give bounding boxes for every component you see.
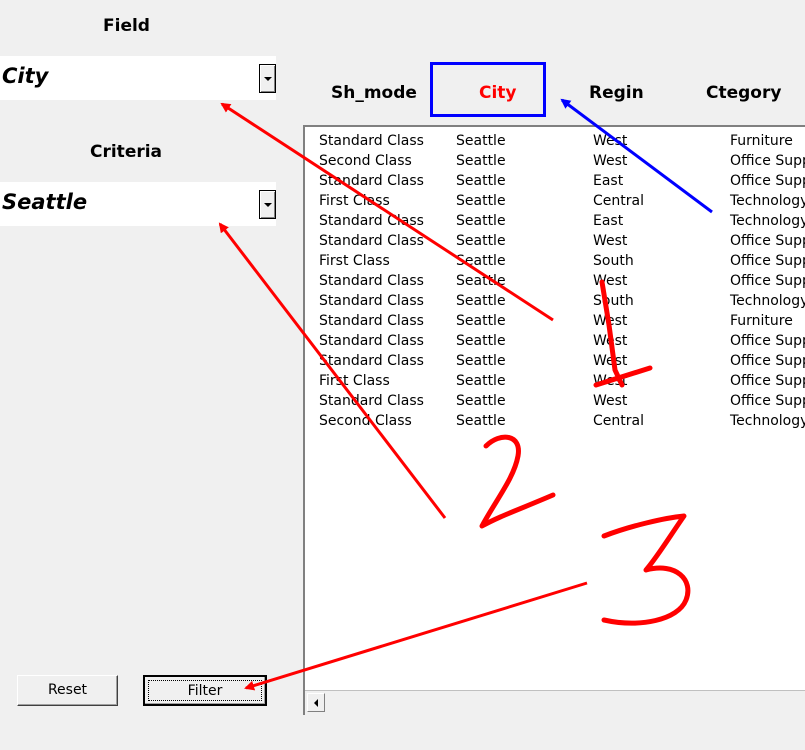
list-item[interactable]: Standard Class Seattle West Office Supp <box>305 351 805 371</box>
criteria-combobox[interactable]: Seattle <box>0 182 276 226</box>
cell-region: East <box>593 213 624 229</box>
cell-city: Seattle <box>456 153 506 169</box>
cell-ship-mode: First Class <box>319 253 390 269</box>
list-item[interactable]: Standard Class Seattle West Office Supp <box>305 271 805 291</box>
list-item[interactable]: First Class Seattle South Office Supp <box>305 251 805 271</box>
list-item[interactable]: Standard Class Seattle West Office Supp <box>305 391 805 411</box>
cell-city: Seattle <box>456 393 506 409</box>
cell-region: West <box>593 373 628 389</box>
cell-region: West <box>593 353 628 369</box>
cell-region: West <box>593 233 628 249</box>
field-combobox-value: City <box>2 64 49 88</box>
list-item[interactable]: Standard Class Seattle East Office Supp <box>305 171 805 191</box>
criteria-combobox-value: Seattle <box>2 190 88 214</box>
cell-region: West <box>593 153 628 169</box>
criteria-dropdown-button[interactable] <box>259 190 276 219</box>
cell-region: West <box>593 273 628 289</box>
list-item[interactable]: Standard Class Seattle East Technology <box>305 211 805 231</box>
list-item[interactable]: Second Class Seattle Central Technology <box>305 411 805 431</box>
cell-city: Seattle <box>456 213 506 229</box>
cell-city: Seattle <box>456 353 506 369</box>
list-item[interactable]: Second Class Seattle West Office Supp <box>305 151 805 171</box>
header-city: City <box>479 83 517 103</box>
reset-button[interactable]: Reset <box>17 675 118 706</box>
cell-ship-mode: Standard Class <box>319 133 424 149</box>
chevron-down-icon <box>264 203 272 207</box>
cell-ship-mode: Standard Class <box>319 393 424 409</box>
cell-category: Office Supp <box>730 373 805 389</box>
cell-city: Seattle <box>456 313 506 329</box>
cell-ship-mode: Standard Class <box>319 233 424 249</box>
filter-button-label: Filter <box>187 683 223 699</box>
cell-ship-mode: Standard Class <box>319 273 424 289</box>
cell-city: Seattle <box>456 253 506 269</box>
cell-city: Seattle <box>456 373 506 389</box>
cell-category: Office Supp <box>730 353 805 369</box>
field-combobox[interactable]: City <box>0 56 276 100</box>
list-item[interactable]: Standard Class Seattle West Furniture <box>305 311 805 331</box>
chevron-down-icon <box>264 77 272 81</box>
cell-ship-mode: First Class <box>319 373 390 389</box>
header-category: Ctegory <box>706 83 782 103</box>
cell-category: Technology <box>730 213 805 229</box>
field-label: Field <box>103 16 150 36</box>
field-dropdown-button[interactable] <box>259 64 276 93</box>
cell-category: Furniture <box>730 313 793 329</box>
cell-ship-mode: Standard Class <box>319 353 424 369</box>
cell-category: Office Supp <box>730 333 805 349</box>
header-region: Regin <box>589 83 644 103</box>
cell-ship-mode: First Class <box>319 193 390 209</box>
cell-ship-mode: Standard Class <box>319 333 424 349</box>
cell-city: Seattle <box>456 293 506 309</box>
cell-ship-mode: Standard Class <box>319 213 424 229</box>
horizontal-scrollbar[interactable] <box>305 690 805 715</box>
cell-region: East <box>593 173 624 189</box>
cell-city: Seattle <box>456 333 506 349</box>
cell-category: Office Supp <box>730 173 805 189</box>
cell-ship-mode: Second Class <box>319 153 412 169</box>
list-item[interactable]: Standard Class Seattle West Furniture <box>305 131 805 151</box>
list-item[interactable]: First Class Seattle West Office Supp <box>305 371 805 391</box>
cell-category: Office Supp <box>730 253 805 269</box>
list-item[interactable]: Standard Class Seattle South Technology <box>305 291 805 311</box>
cell-category: Office Supp <box>730 393 805 409</box>
cell-category: Technology <box>730 413 805 429</box>
cell-region: South <box>593 293 634 309</box>
results-listbox[interactable]: Standard Class Seattle West Furniture Second… <box>303 125 805 715</box>
cell-city: Seattle <box>456 233 506 249</box>
cell-ship-mode: Standard Class <box>319 173 424 189</box>
cell-category: Furniture <box>730 133 793 149</box>
cell-region: West <box>593 333 628 349</box>
cell-category: Technology <box>730 293 805 309</box>
criteria-label: Criteria <box>90 142 163 162</box>
cell-ship-mode: Standard Class <box>319 293 424 309</box>
cell-category: Technology <box>730 193 805 209</box>
cell-region: West <box>593 133 628 149</box>
cell-city: Seattle <box>456 273 506 289</box>
scroll-left-button[interactable] <box>307 693 325 712</box>
cell-region: Central <box>593 193 644 209</box>
cell-region: South <box>593 253 634 269</box>
filter-button[interactable]: Filter <box>143 675 267 706</box>
list-item[interactable]: First Class Seattle Central Technology <box>305 191 805 211</box>
list-item[interactable]: Standard Class Seattle West Office Supp <box>305 231 805 251</box>
list-item[interactable]: Standard Class Seattle West Office Supp <box>305 331 805 351</box>
cell-region: West <box>593 313 628 329</box>
cell-category: Office Supp <box>730 273 805 289</box>
cell-city: Seattle <box>456 173 506 189</box>
chevron-left-icon <box>314 699 318 707</box>
cell-city: Seattle <box>456 133 506 149</box>
cell-ship-mode: Standard Class <box>319 313 424 329</box>
cell-region: Central <box>593 413 644 429</box>
cell-city: Seattle <box>456 193 506 209</box>
cell-category: Office Supp <box>730 233 805 249</box>
cell-ship-mode: Second Class <box>319 413 412 429</box>
header-sh-mode: Sh_mode <box>331 83 417 103</box>
cell-category: Office Supp <box>730 153 805 169</box>
cell-city: Seattle <box>456 413 506 429</box>
cell-region: West <box>593 393 628 409</box>
